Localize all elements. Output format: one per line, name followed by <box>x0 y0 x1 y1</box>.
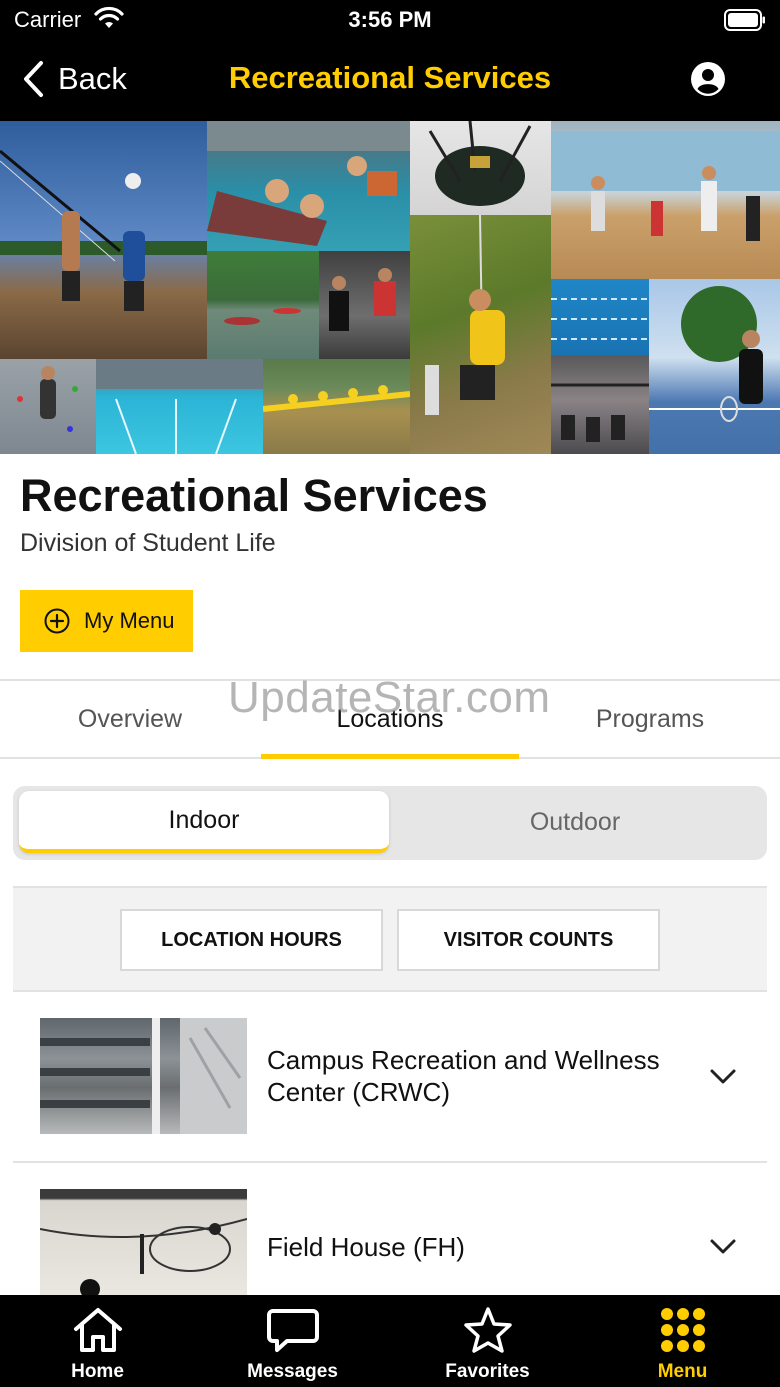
plus-circle-icon <box>44 608 70 634</box>
hero-photo-collage <box>0 121 780 454</box>
tab-overview[interactable]: Overview <box>0 681 260 757</box>
chevron-down-icon[interactable] <box>708 1237 738 1257</box>
tab-bar-favorites[interactable]: Favorites <box>390 1295 585 1387</box>
photo-indoor-track <box>551 355 649 454</box>
photo-rock-climbing <box>0 359 96 454</box>
location-name: Campus Recreation and Wellness Center (C… <box>267 1045 660 1107</box>
location-hours-button[interactable]: LOCATION HOURS <box>120 909 383 971</box>
location-actions-panel: LOCATION HOURS VISITOR COUNTS <box>13 886 767 992</box>
tab-bar-menu[interactable]: Menu <box>585 1295 780 1387</box>
section-tabs: Overview Locations Programs <box>0 679 780 759</box>
bottom-tab-bar: Home Messages Favorites Menu <box>0 1295 780 1387</box>
photo-pool-lanes <box>551 279 649 355</box>
photo-fitness-class <box>551 121 780 279</box>
page-subtitle: Division of Student Life <box>20 529 276 557</box>
tab-bar-label: Favorites <box>445 1361 530 1382</box>
account-circle-icon[interactable] <box>690 61 726 97</box>
photo-zip-line <box>410 215 551 454</box>
photo-weight-training <box>319 251 410 359</box>
tab-programs[interactable]: Programs <box>520 681 780 757</box>
star-icon <box>463 1307 512 1353</box>
status-bar: Carrier 3:56 PM <box>0 0 780 40</box>
chevron-down-icon[interactable] <box>708 1067 738 1087</box>
location-thumbnail <box>40 1018 247 1134</box>
tab-bar-home[interactable]: Home <box>0 1295 195 1387</box>
add-to-my-menu-button[interactable]: My Menu <box>20 590 193 652</box>
tab-bar-label: Messages <box>247 1361 338 1382</box>
clock: 3:56 PM <box>348 7 432 32</box>
location-name: Field House (FH) <box>267 1232 465 1262</box>
page-title: Recreational Services <box>20 470 488 521</box>
location-thumbnail <box>40 1189 247 1295</box>
my-menu-label: My Menu <box>84 608 175 633</box>
list-divider <box>13 1161 767 1163</box>
visitor-counts-button[interactable]: VISITOR COUNTS <box>397 909 660 971</box>
battery-icon <box>724 9 765 31</box>
chevron-left-icon <box>24 61 43 97</box>
back-label: Back <box>58 61 127 96</box>
photo-tennis <box>649 279 780 454</box>
photo-rowing <box>263 359 410 454</box>
segment-outdoor[interactable]: Outdoor <box>389 791 761 853</box>
home-icon <box>73 1308 122 1352</box>
indoor-outdoor-segment: Indoor Outdoor <box>13 786 767 860</box>
tab-bar-label: Home <box>71 1361 124 1382</box>
tab-bar-label: Menu <box>657 1361 708 1382</box>
photo-ice-hockey <box>410 121 551 215</box>
segment-indoor[interactable]: Indoor <box>19 791 389 853</box>
photo-boat-race <box>207 121 410 251</box>
location-item-crwc[interactable]: Campus Recreation and Wellness Center (C… <box>13 1005 767 1150</box>
active-tab-indicator <box>261 754 519 759</box>
tab-locations[interactable]: Locations <box>260 681 520 757</box>
photo-beach-volleyball <box>0 121 207 359</box>
tab-bar-messages[interactable]: Messages <box>195 1295 390 1387</box>
photo-kayaking <box>207 251 319 359</box>
location-item-field-house[interactable]: Field House (FH) <box>13 1175 767 1295</box>
navigation-bar: Back Recreational Services <box>0 40 780 121</box>
back-button[interactable]: Back <box>22 58 127 100</box>
chat-bubble-icon <box>266 1309 319 1352</box>
grid-menu-icon <box>660 1308 705 1352</box>
photo-swimming-pool <box>96 359 263 454</box>
